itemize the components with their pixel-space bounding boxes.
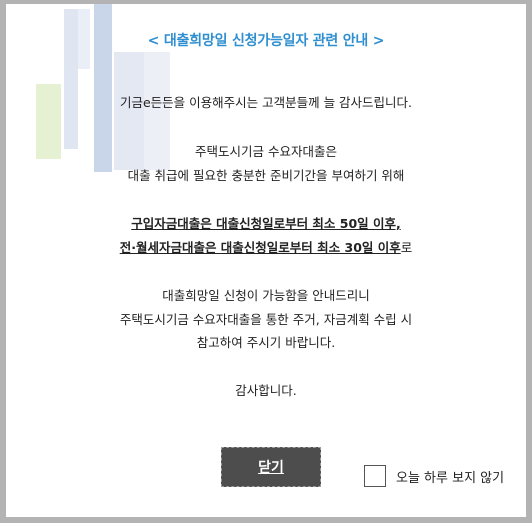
closing-text: 감사합니다. [235, 383, 297, 398]
body-text: 대출희망일 신청이 가능함을 안내드리니 [162, 288, 370, 303]
notice-purchase-loan: 구입자금대출은 대출신청일로부터 최소 50일 이후, [131, 216, 401, 231]
dont-show-today-checkbox[interactable] [364, 465, 386, 487]
close-button[interactable]: 닫기 [221, 447, 321, 487]
greeting-text: 기금e든든을 이용해주시는 고객분들께 늘 감사드립니다. [119, 95, 413, 110]
popup-title: < 대출희망일 신청가능일자 관련 안내 > [147, 33, 385, 49]
close-button-label: 닫기 [258, 460, 284, 476]
notice-lease-loan: 전·월세자금대출은 대출신청일로부터 최소 30일 이후로 [6, 237, 526, 256]
popup-frame: < 대출희망일 신청가능일자 관련 안내 > 기금e든든을 이용해주시는 고객분… [0, 0, 532, 523]
notice-lease-loan-text: 전·월세자금대출은 대출신청일로부터 최소 30일 이후 [119, 240, 401, 255]
body-text: 대출 취급에 필요한 충분한 준비기간을 부여하기 위해 [127, 168, 405, 183]
dont-show-today-label[interactable]: 오늘 하루 보지 않기 [396, 467, 504, 486]
body-text: 주택도시기금 수요자대출은 [195, 144, 337, 159]
body-text: 참고하여 주시기 바랍니다. [196, 335, 336, 350]
notice-lease-loan-tail: 로 [400, 240, 413, 255]
body-text: 주택도시기금 수요자대출을 통한 주거, 자금계획 수립 시 [119, 312, 413, 327]
dont-show-today-option[interactable]: 오늘 하루 보지 않기 [364, 465, 504, 487]
